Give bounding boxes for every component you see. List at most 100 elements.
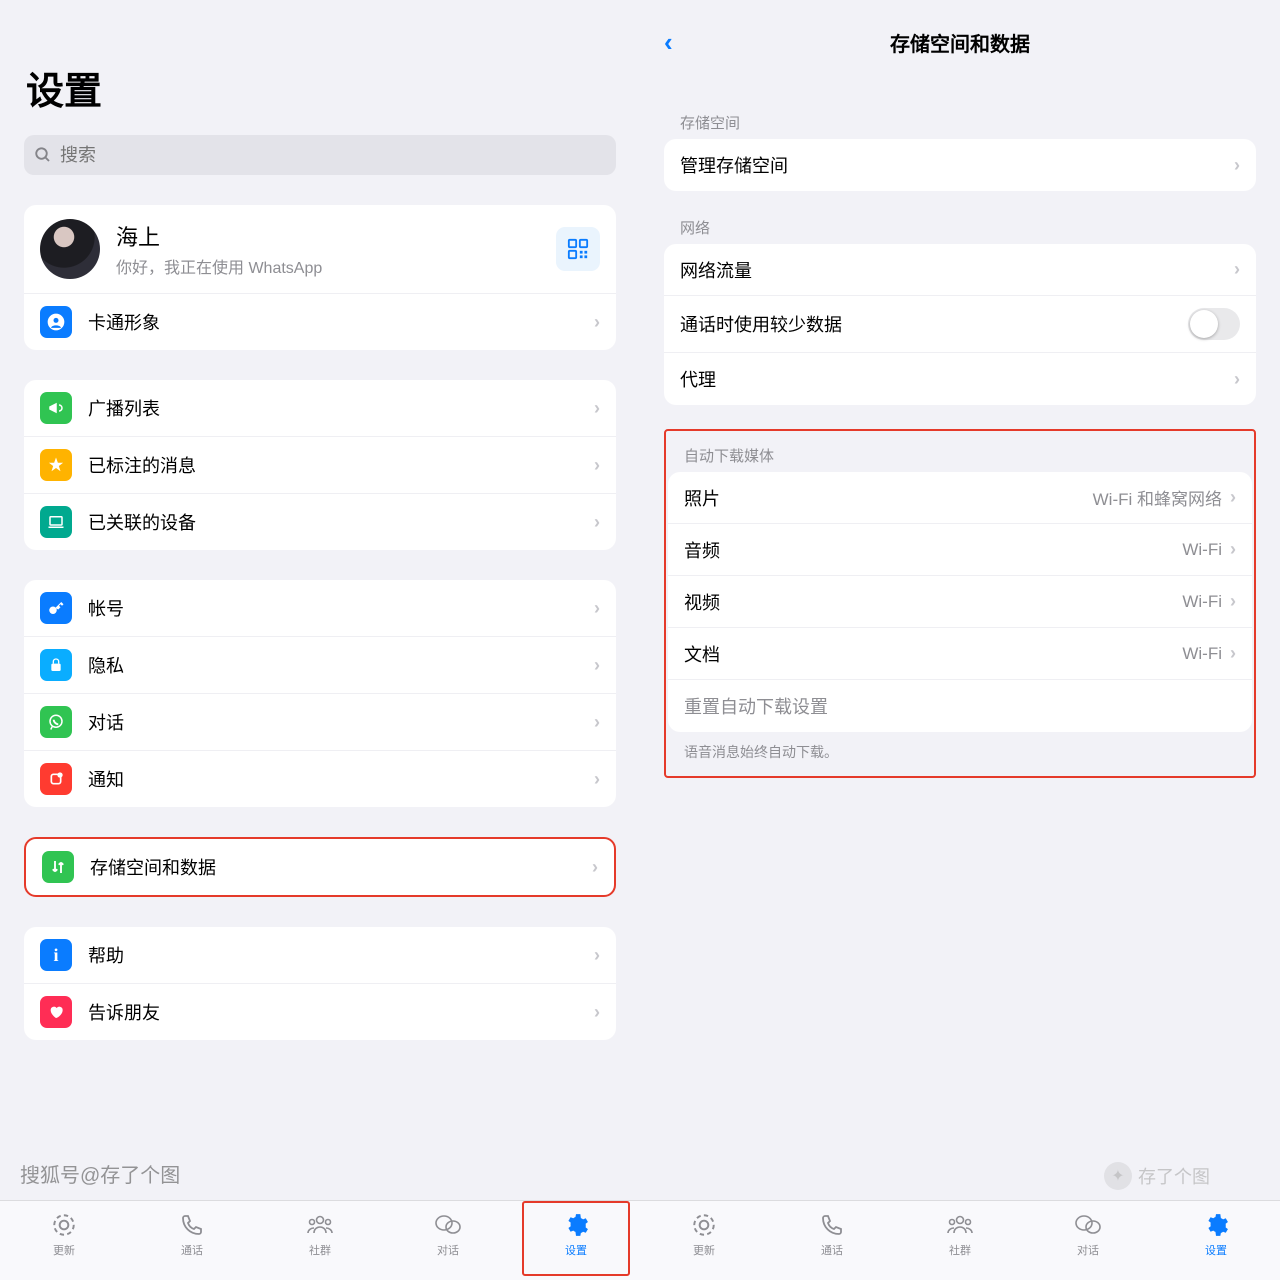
documents-row[interactable]: 文档 Wi-Fi › xyxy=(668,628,1252,680)
account-row[interactable]: 帐号 › xyxy=(24,580,616,637)
network-usage-row[interactable]: 网络流量 › xyxy=(664,244,1256,296)
notification-icon xyxy=(40,763,72,795)
chevron-right-icon: › xyxy=(594,398,600,419)
phone-icon xyxy=(180,1211,204,1239)
help-row[interactable]: i 帮助 › xyxy=(24,927,616,984)
data-arrows-icon xyxy=(42,851,74,883)
back-button[interactable]: ‹ xyxy=(664,27,673,58)
tab-communities[interactable]: 社群 xyxy=(256,1207,384,1280)
less-data-toggle[interactable] xyxy=(1188,308,1240,340)
tab-updates[interactable]: 更新 xyxy=(640,1207,768,1280)
page-title: 存储空间和数据 xyxy=(890,28,1030,57)
settings-screen: 设置 海上 你好，我正在使用 WhatsApp xyxy=(0,0,640,1095)
whatsapp-icon xyxy=(40,706,72,738)
linked-devices-row[interactable]: 已关联的设备 › xyxy=(24,494,616,550)
chevron-right-icon: › xyxy=(594,945,600,966)
chevron-right-icon: › xyxy=(594,712,600,733)
notifications-row[interactable]: 通知 › xyxy=(24,751,616,807)
chevron-right-icon: › xyxy=(1230,591,1236,612)
chevron-right-icon: › xyxy=(1230,643,1236,664)
communities-icon xyxy=(306,1211,334,1239)
communities-icon xyxy=(946,1211,974,1239)
heart-icon xyxy=(40,996,72,1028)
avatar-row[interactable]: 卡通形象 › xyxy=(24,294,616,350)
chevron-right-icon: › xyxy=(594,598,600,619)
section-network-label: 网络 xyxy=(680,217,1256,238)
updates-icon xyxy=(691,1211,717,1239)
tab-chats[interactable]: 对话 xyxy=(1024,1207,1152,1280)
tab-communities[interactable]: 社群 xyxy=(896,1207,1024,1280)
storage-row[interactable]: 存储空间和数据 › xyxy=(26,839,614,895)
wechat-icon: ✦ xyxy=(1104,1162,1132,1190)
chevron-right-icon: › xyxy=(1230,487,1236,508)
search-icon xyxy=(34,146,52,164)
broadcast-row[interactable]: 广播列表 › xyxy=(24,380,616,437)
avatar xyxy=(40,219,100,279)
tell-friend-row[interactable]: 告诉朋友 › xyxy=(24,984,616,1040)
proxy-row[interactable]: 代理 › xyxy=(664,353,1256,405)
help-card: i 帮助 › 告诉朋友 › xyxy=(24,927,616,1040)
phone-icon xyxy=(820,1211,844,1239)
search-field[interactable] xyxy=(60,145,606,166)
chevron-right-icon: › xyxy=(594,655,600,676)
chats-row[interactable]: 对话 › xyxy=(24,694,616,751)
page-title: 设置 xyxy=(26,60,616,115)
voice-note: 语音消息始终自动下载。 xyxy=(684,742,1252,762)
chevron-right-icon: › xyxy=(1234,259,1240,280)
photos-row[interactable]: 照片 Wi-Fi 和蜂窝网络 › xyxy=(668,472,1252,524)
profile-status: 你好，我正在使用 WhatsApp xyxy=(116,254,556,278)
privacy-row[interactable]: 隐私 › xyxy=(24,637,616,694)
storage-card-highlighted: 存储空间和数据 › xyxy=(24,837,616,897)
audio-row[interactable]: 音频 Wi-Fi › xyxy=(668,524,1252,576)
megaphone-icon xyxy=(40,392,72,424)
lists-card: 广播列表 › 已标注的消息 › 已关联的设备 › xyxy=(24,380,616,550)
chats-icon xyxy=(434,1211,462,1239)
network-section: 网络流量 › 通话时使用较少数据 代理 › xyxy=(664,244,1256,405)
chevron-right-icon: › xyxy=(1234,155,1240,176)
search-input[interactable] xyxy=(24,135,616,175)
chevron-right-icon: › xyxy=(592,857,598,878)
nav-header: ‹ 存储空间和数据 xyxy=(664,14,1256,70)
less-data-calls-row[interactable]: 通话时使用较少数据 xyxy=(664,296,1256,353)
star-icon xyxy=(40,449,72,481)
laptop-icon xyxy=(40,506,72,538)
autodownload-section: 照片 Wi-Fi 和蜂窝网络 › 音频 Wi-Fi › 视频 Wi-Fi › 文… xyxy=(668,472,1252,732)
tab-chats[interactable]: 对话 xyxy=(384,1207,512,1280)
updates-icon xyxy=(51,1211,77,1239)
tab-settings[interactable]: 设置 xyxy=(1152,1207,1280,1280)
gear-icon xyxy=(563,1211,589,1239)
reset-autodl-row[interactable]: 重置自动下载设置 xyxy=(668,680,1252,732)
section-autodl-label: 自动下载媒体 xyxy=(684,445,1252,466)
chevron-right-icon: › xyxy=(594,312,600,333)
profile-name: 海上 xyxy=(116,220,556,252)
tab-settings[interactable]: 设置 xyxy=(512,1207,640,1280)
gear-icon xyxy=(1203,1211,1229,1239)
chevron-right-icon: › xyxy=(594,769,600,790)
tab-calls[interactable]: 通话 xyxy=(768,1207,896,1280)
storage-screen: ‹ 存储空间和数据 存储空间 管理存储空间 › 网络 网络流量 › 通话时使用较… xyxy=(640,0,1280,1095)
watermark-wechat: ✦ 存了个图 xyxy=(1104,1162,1210,1190)
chevron-right-icon: › xyxy=(1230,539,1236,560)
chats-icon xyxy=(1074,1211,1102,1239)
chevron-right-icon: › xyxy=(1234,369,1240,390)
avatar-icon xyxy=(40,306,72,338)
storage-section: 管理存储空间 › xyxy=(664,139,1256,191)
starred-row[interactable]: 已标注的消息 › xyxy=(24,437,616,494)
video-row[interactable]: 视频 Wi-Fi › xyxy=(668,576,1252,628)
chevron-right-icon: › xyxy=(594,512,600,533)
section-storage-label: 存储空间 xyxy=(680,112,1256,133)
profile-card: 海上 你好，我正在使用 WhatsApp 卡通形象 › xyxy=(24,205,616,350)
lock-icon xyxy=(40,649,72,681)
tab-updates[interactable]: 更新 xyxy=(0,1207,128,1280)
chevron-right-icon: › xyxy=(594,1002,600,1023)
info-icon: i xyxy=(40,939,72,971)
watermark-sohu: 搜狐号@存了个图 xyxy=(20,1159,180,1188)
tab-calls[interactable]: 通话 xyxy=(128,1207,256,1280)
chevron-right-icon: › xyxy=(594,455,600,476)
tab-bar: 更新 通话 社群 对话 设置 更新 通话 社群 xyxy=(0,1200,1280,1280)
profile-row[interactable]: 海上 你好，我正在使用 WhatsApp xyxy=(24,205,616,294)
qr-code-button[interactable] xyxy=(556,227,600,271)
autodownload-highlight: 自动下载媒体 照片 Wi-Fi 和蜂窝网络 › 音频 Wi-Fi › 视频 Wi… xyxy=(664,429,1256,778)
settings-card: 帐号 › 隐私 › 对话 › 通知 › xyxy=(24,580,616,807)
manage-storage-row[interactable]: 管理存储空间 › xyxy=(664,139,1256,191)
